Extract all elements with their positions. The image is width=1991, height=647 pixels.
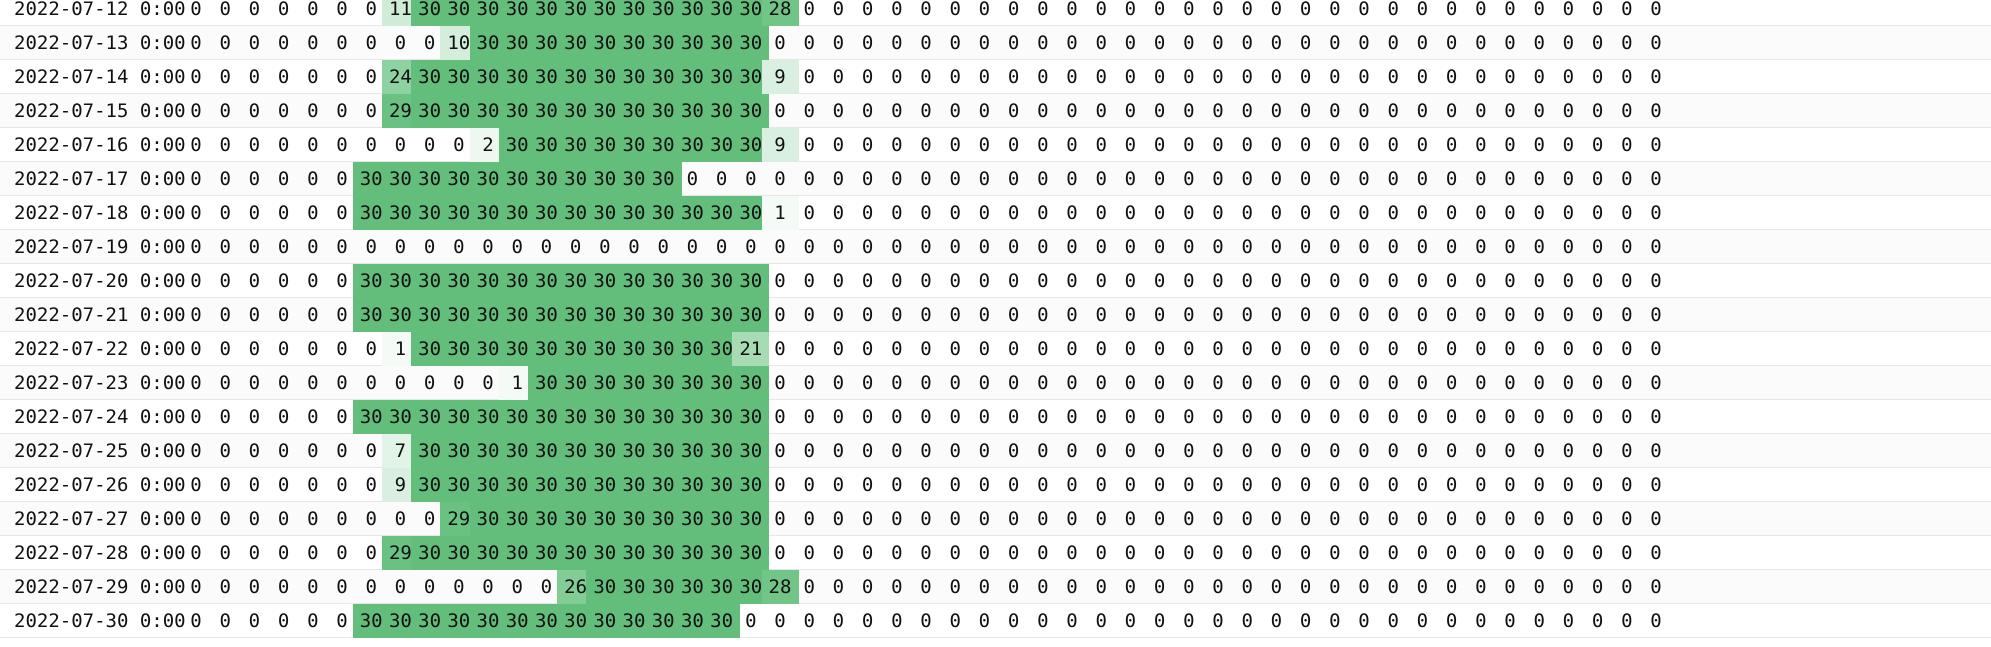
value-cell[interactable]: 0 <box>1638 298 1675 332</box>
row-date-cell[interactable]: 2022-07-26 0:00 <box>0 468 200 502</box>
value-cell[interactable]: 0 <box>1638 26 1675 60</box>
table-row: 2022-07-29 0:00 0 0 0 0 0 0 0 0 0 0 0 0 0 26 30 30 30 30 30… <box>0 570 1991 604</box>
value-cell[interactable]: 0 <box>1638 434 1675 468</box>
row-date-cell[interactable]: 2022-07-16 0:00 <box>0 128 200 162</box>
value-cell[interactable]: 0 <box>1638 264 1675 298</box>
row-date-cell[interactable]: 2022-07-15 0:00 <box>0 94 200 128</box>
row-date-cell[interactable]: 2022-07-24 0:00 <box>0 400 200 434</box>
table-row: 2022-07-17 0:00 0 0 0 0 0 0 30 30 30 30 30 30 30 30 30 3… <box>0 162 1991 196</box>
row-date-cell[interactable]: 2022-07-19 0:00 <box>0 230 200 264</box>
table-row: 2022-07-21 0:00 0 0 0 0 0 0 30 30 30 30 30 30 30 30 30 3… <box>0 298 1991 332</box>
row-date-cell[interactable]: 2022-07-18 0:00 <box>0 196 200 230</box>
table-row: 2022-07-12 0:00 0 0 0 0 0 0 0 11 30 30 30 30 30 30 30 30… <box>0 0 1991 26</box>
table-row: 2022-07-25 0:00 0 0 0 0 0 0 0 7 30 30 30 30 30 30 30 30 3… <box>0 434 1991 468</box>
table-row: 2022-07-19 0:00 0 0 0 0 0 0 0 0 0 0 0 0 0 0 0 0 0 0 0 0 0 0 0 0 0… <box>0 230 1991 264</box>
value-cell[interactable]: 0 <box>1638 570 1675 604</box>
value-cell[interactable]: 0 <box>1638 366 1675 400</box>
table-row: 2022-07-16 0:00 0 0 0 0 0 0 0 0 0 0 2 30 30 30 30 30 30 30… <box>0 128 1991 162</box>
table-row: 2022-07-27 0:00 0 0 0 0 0 0 0 0 0 29 30 30 30 30 30 30 30… <box>0 502 1991 536</box>
row-date-cell[interactable]: 2022-07-25 0:00 <box>0 434 200 468</box>
row-date-cell[interactable]: 2022-07-20 0:00 <box>0 264 200 298</box>
row-date-cell[interactable]: 2022-07-23 0:00 <box>0 366 200 400</box>
table-row: 2022-07-24 0:00 0 0 0 0 0 0 30 30 30 30 30 30 30 30 30 3… <box>0 400 1991 434</box>
row-date-cell[interactable]: 2022-07-14 0:00 <box>0 60 200 94</box>
row-date-cell[interactable]: 2022-07-30 0:00 <box>0 604 200 638</box>
table-row: 2022-07-20 0:00 0 0 0 0 0 0 30 30 30 30 30 30 30 30 30 3… <box>0 264 1991 298</box>
spreadsheet-grid: 2022-07-12 0:00 0 0 0 0 0 0 0 11 30 30 30 30 30 30 30 30… <box>0 0 1991 647</box>
value-cell[interactable]: 0 <box>1638 468 1675 502</box>
table-row: 2022-07-30 0:00 0 0 0 0 0 0 30 30 30 30 30 30 30 30 30 3… <box>0 604 1991 638</box>
row-date-cell[interactable]: 2022-07-21 0:00 <box>0 298 200 332</box>
table-row: 2022-07-15 0:00 0 0 0 0 0 0 0 29 30 30 30 30 30 30 30 30… <box>0 94 1991 128</box>
value-cell[interactable]: 0 <box>1638 0 1675 26</box>
value-cell[interactable]: 0 <box>1638 128 1675 162</box>
table-row: 2022-07-18 0:00 0 0 0 0 0 0 30 30 30 30 30 30 30 30 30 3… <box>0 196 1991 230</box>
row-date-cell[interactable]: 2022-07-13 0:00 <box>0 26 200 60</box>
value-cell[interactable]: 0 <box>1638 502 1675 536</box>
row-date-cell[interactable]: 2022-07-28 0:00 <box>0 536 200 570</box>
value-cell[interactable]: 0 <box>1638 536 1675 570</box>
value-cell[interactable]: 0 <box>1638 162 1675 196</box>
row-date-cell[interactable]: 2022-07-17 0:00 <box>0 162 200 196</box>
value-cell[interactable]: 0 <box>1638 60 1675 94</box>
row-date-cell[interactable]: 2022-07-12 0:00 <box>0 0 200 26</box>
value-cell[interactable]: 0 <box>1638 332 1675 366</box>
table-row: 2022-07-26 0:00 0 0 0 0 0 0 0 9 30 30 30 30 30 30 30 30 3… <box>0 468 1991 502</box>
value-cell[interactable]: 0 <box>1638 94 1675 128</box>
row-date-cell[interactable]: 2022-07-27 0:00 <box>0 502 200 536</box>
value-cell[interactable]: 0 <box>1638 604 1675 638</box>
table-row: 2022-07-13 0:00 0 0 0 0 0 0 0 0 0 10 30 30 30 30 30 30 30… <box>0 26 1991 60</box>
table-row: 2022-07-28 0:00 0 0 0 0 0 0 0 29 30 30 30 30 30 30 30 30… <box>0 536 1991 570</box>
row-date-cell[interactable]: 2022-07-22 0:00 <box>0 332 200 366</box>
value-cell[interactable]: 0 <box>1638 400 1675 434</box>
value-cell[interactable]: 0 <box>1638 196 1675 230</box>
row-date-cell[interactable]: 2022-07-29 0:00 <box>0 570 200 604</box>
table-row: 2022-07-14 0:00 0 0 0 0 0 0 0 24 30 30 30 30 30 30 30 30… <box>0 60 1991 94</box>
table-row: 2022-07-22 0:00 0 0 0 0 0 0 0 1 30 30 30 30 30 30 30 30 3… <box>0 332 1991 366</box>
value-cell[interactable]: 0 <box>1638 230 1675 264</box>
table-row: 2022-07-23 0:00 0 0 0 0 0 0 0 0 0 0 0 1 30 30 30 30 30 30 3… <box>0 366 1991 400</box>
